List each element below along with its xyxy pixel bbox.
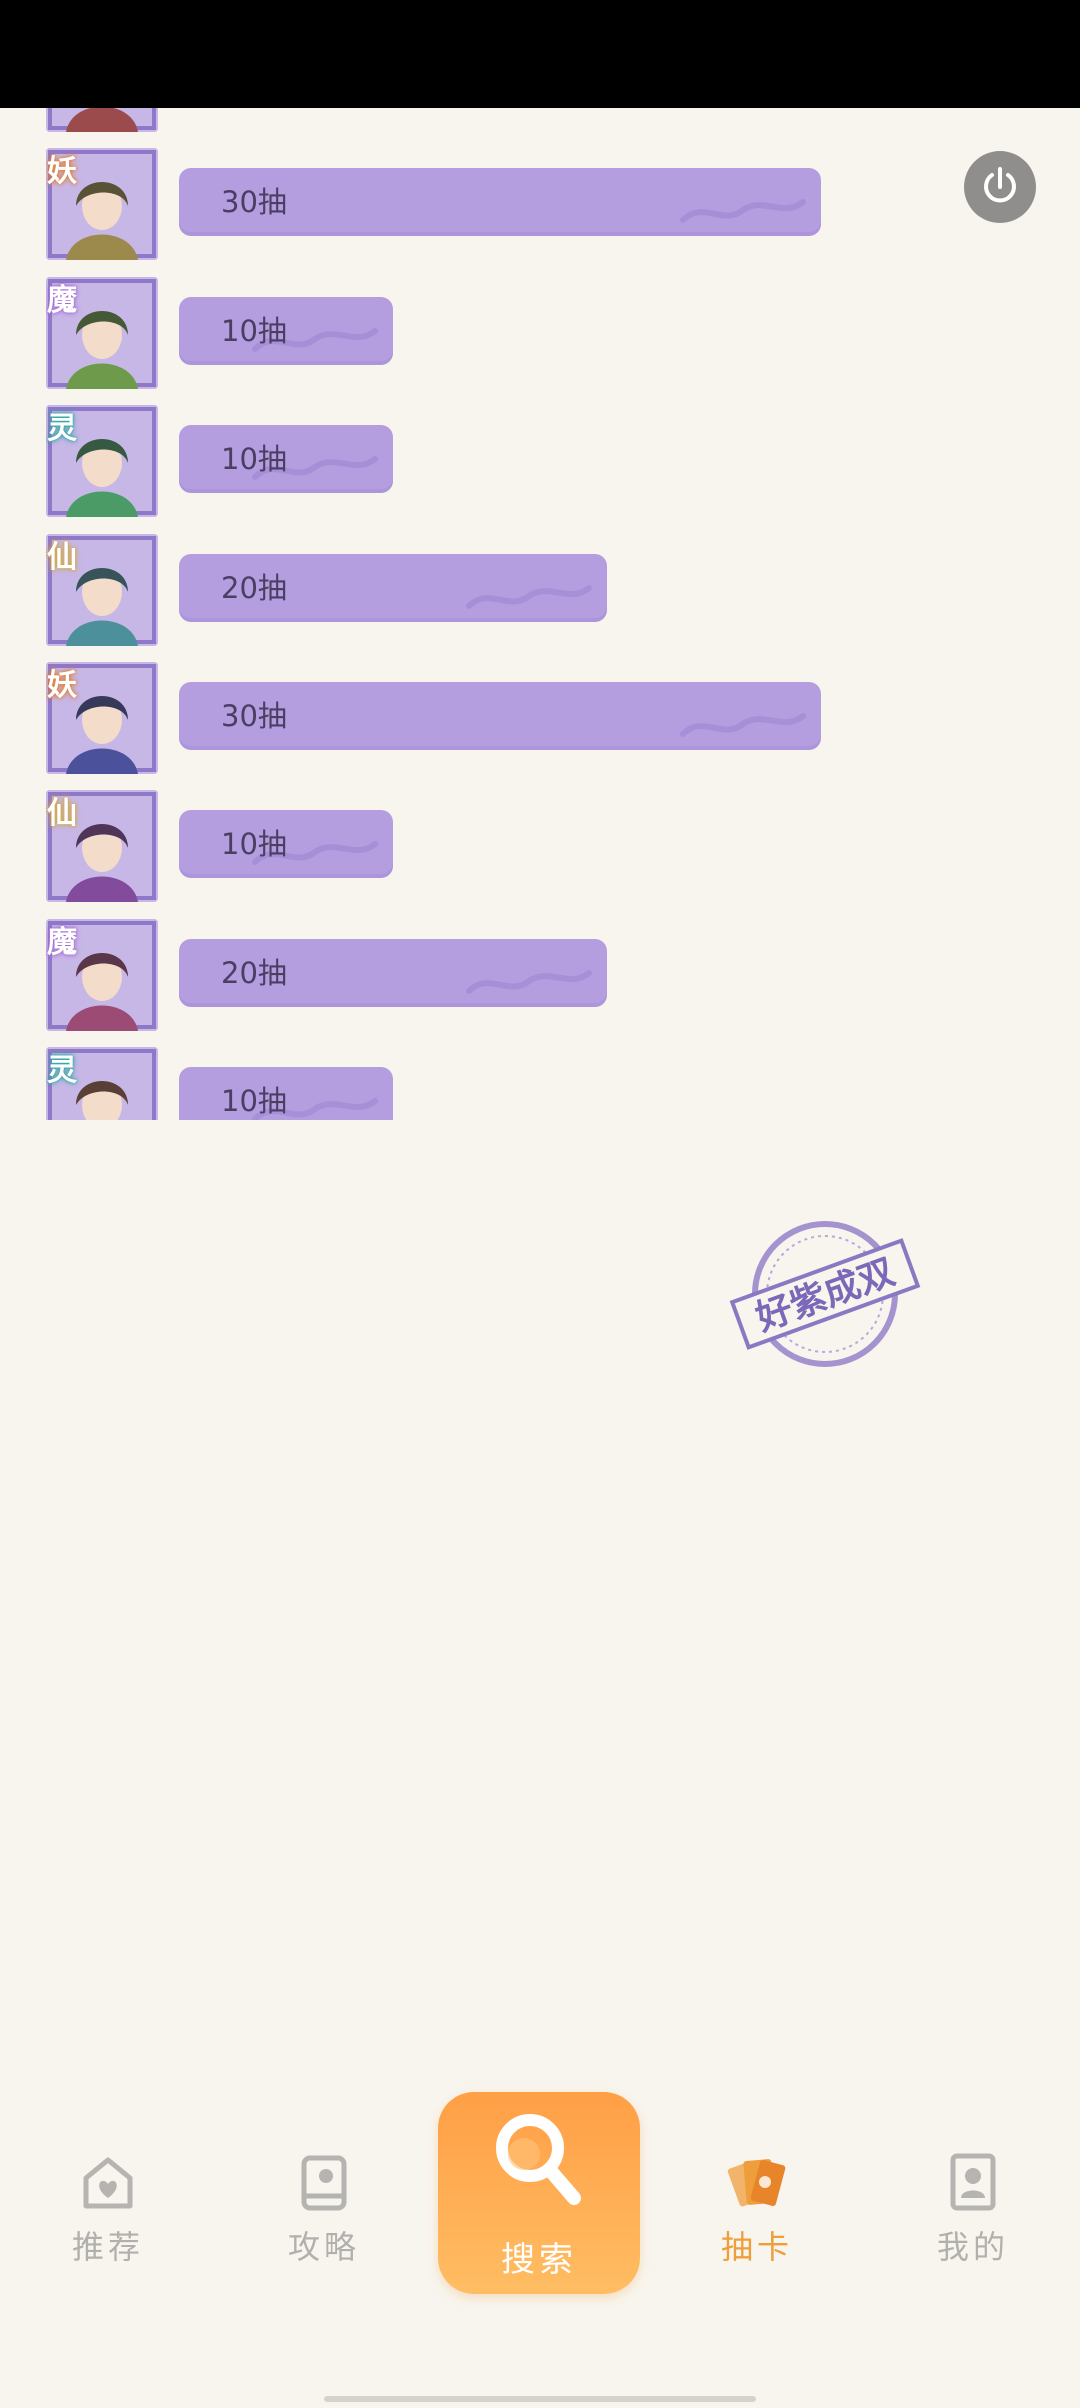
character-portrait[interactable]: 灵	[46, 405, 158, 518]
tab-guide[interactable]: 攻略	[259, 2150, 389, 2300]
tab-mine-label: 我的	[936, 2228, 1009, 2266]
character-portrait[interactable]: 魔	[46, 918, 158, 1031]
pull-record-row[interactable]: 灵 10抽	[0, 1047, 1080, 1120]
faction-badge: 妖	[47, 154, 77, 190]
search-icon	[496, 2114, 581, 2205]
power-button[interactable]	[964, 151, 1036, 223]
pull-record-row[interactable]: 妖 30抽	[0, 148, 1080, 276]
pull-count-label: 20抽	[221, 570, 287, 605]
pull-record-row[interactable]: 灵 10抽	[0, 405, 1080, 533]
pull-count-label: 10抽	[221, 313, 287, 348]
faction-badge: 灵	[47, 1053, 77, 1089]
tab-guide-label: 攻略	[287, 2228, 360, 2266]
character-portrait[interactable]: 灵	[46, 1047, 158, 1120]
pull-record-row[interactable]: 仙 20抽	[0, 533, 1080, 662]
pull-count-label: 30抽	[221, 699, 287, 733]
faction-badge: 妖	[47, 668, 77, 703]
faction-badge: 灵	[47, 411, 77, 447]
pull-count-label: 10抽	[221, 442, 287, 477]
pull-count-label: 30抽	[221, 185, 287, 220]
tab-search[interactable]: 搜索	[438, 2092, 640, 2294]
tab-draw[interactable]: 抽卡	[692, 2150, 822, 2300]
character-portrait[interactable]: 仙	[46, 533, 158, 646]
pull-record-row[interactable]: 妖 30抽	[0, 662, 1080, 790]
tab-recommend-label: 推荐	[71, 2228, 144, 2266]
faction-badge: 仙	[47, 539, 77, 575]
character-portrait[interactable]	[46, 108, 158, 132]
profile-icon	[950, 2153, 996, 2211]
faction-badge: 魔	[47, 924, 77, 960]
faction-badge: 魔	[47, 282, 77, 318]
power-icon	[984, 167, 1016, 203]
status-bar	[0, 0, 1080, 108]
home-indicator[interactable]	[324, 2396, 756, 2402]
pull-record-row[interactable]: 魔 10抽	[0, 276, 1080, 405]
character-portrait[interactable]: 妖	[46, 148, 158, 261]
pull-record-list[interactable]: 妖30抽魔10抽灵10抽仙20抽妖30抽仙10抽魔20抽灵10抽灵9抽仙1抽灵1…	[0, 108, 1080, 1120]
book-icon	[301, 2155, 347, 2211]
tab-recommend[interactable]: 推荐	[43, 2150, 173, 2300]
achievement-stamp: 好紫成双	[729, 1221, 921, 1367]
character-portrait[interactable]: 魔	[46, 276, 158, 389]
pull-count-label: 20抽	[221, 955, 287, 990]
portrait-art	[46, 108, 158, 132]
pull-record-row[interactable]	[0, 108, 1080, 148]
character-portrait[interactable]: 仙	[46, 790, 158, 903]
pull-count-label: 10抽	[221, 827, 287, 862]
pull-count-label: 10抽	[221, 1084, 287, 1119]
pull-record-row[interactable]: 魔 20抽	[0, 918, 1080, 1047]
character-portrait[interactable]: 妖	[46, 662, 158, 774]
tab-search-label: 搜索	[501, 2240, 577, 2280]
tab-mine[interactable]: 我的	[908, 2150, 1038, 2300]
pull-record-row[interactable]: 仙 10抽	[0, 790, 1080, 918]
faction-badge: 仙	[47, 796, 77, 832]
stamp-text: 好紫成双	[750, 1251, 901, 1340]
tab-draw-label: 抽卡	[720, 2228, 793, 2266]
cards-icon	[727, 2159, 786, 2207]
home-heart-icon	[83, 2157, 133, 2209]
